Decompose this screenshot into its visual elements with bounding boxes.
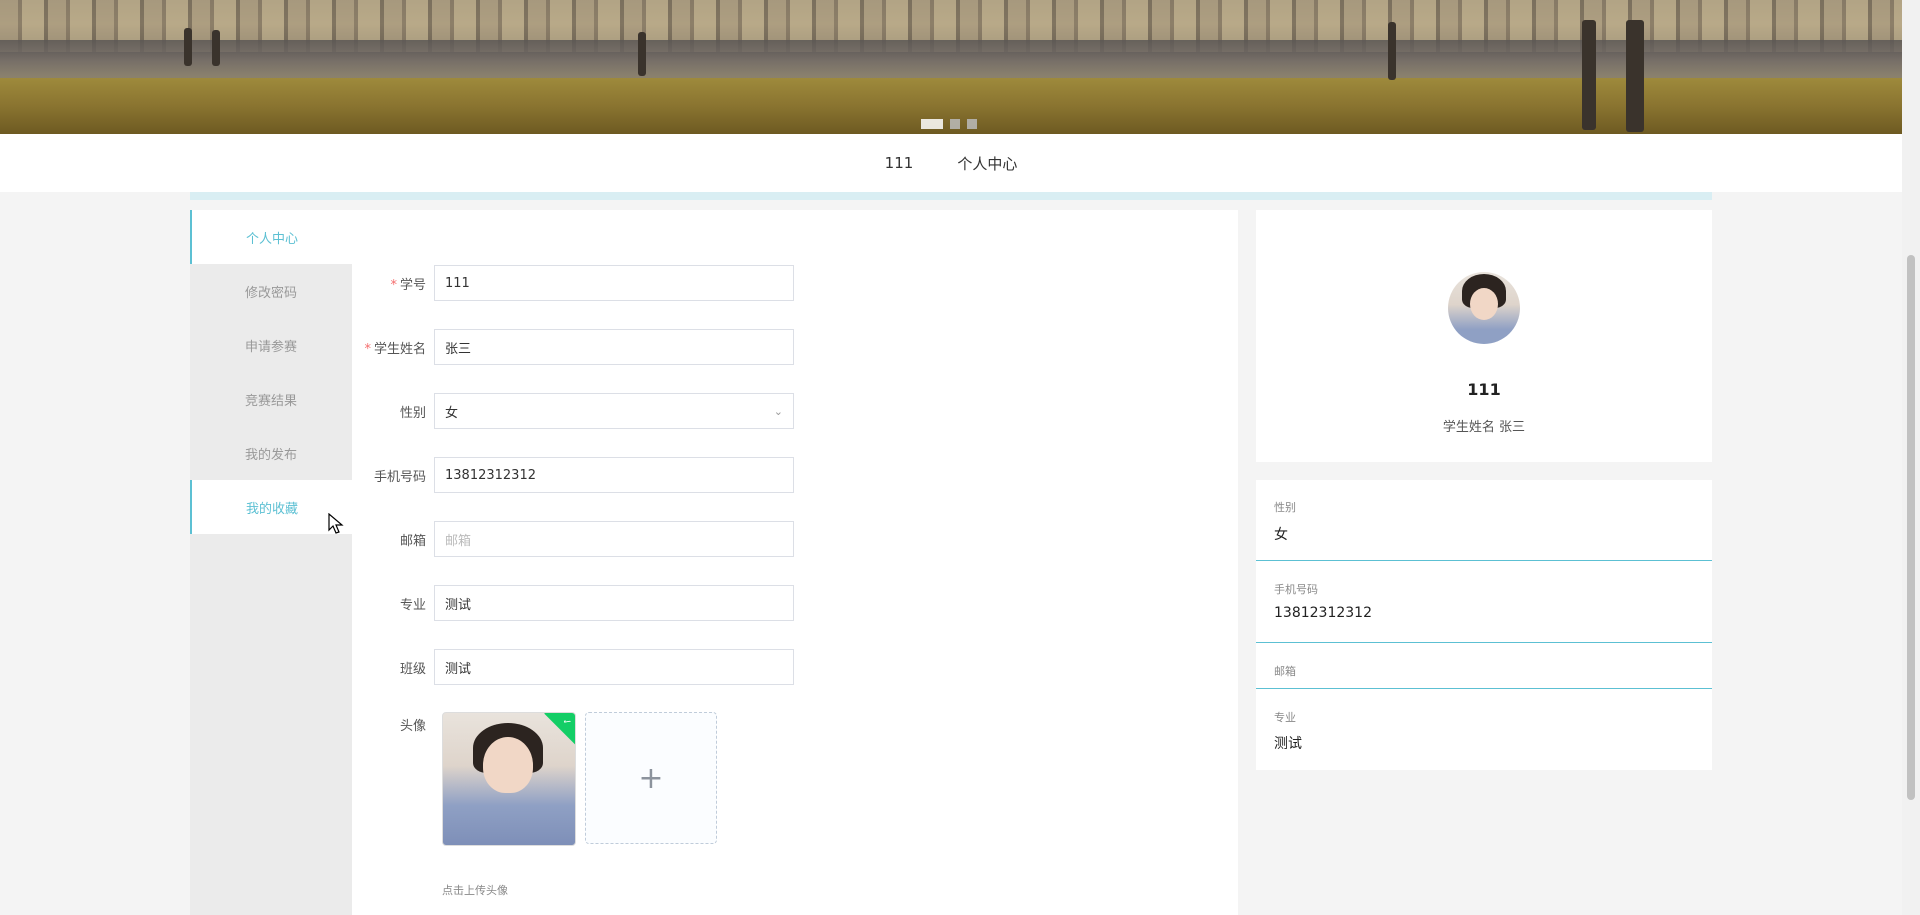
form-row-student-name: * 学生姓名 张三 (352, 328, 802, 366)
required-mark: * (364, 341, 371, 357)
accent-strip (190, 192, 1712, 200)
banner-carousel[interactable] (0, 0, 1902, 134)
email-input[interactable]: 邮箱 (434, 521, 794, 557)
sidebar-item-apply-competition[interactable]: 申请参赛 (190, 318, 352, 372)
info-item-phone: 手机号码 13812312312 (1256, 561, 1712, 643)
major-label: 专业 (399, 597, 426, 613)
info-item-gender: 性别 女 (1256, 480, 1712, 561)
sidebar-item-change-password[interactable]: 修改密码 (190, 264, 352, 318)
class-input[interactable]: 测试 (434, 649, 794, 685)
banner-figure (1582, 20, 1596, 130)
phone-label: 手机号码 (373, 469, 426, 485)
cursor-icon (328, 513, 344, 534)
banner-figure (1388, 22, 1396, 80)
profile-info-list: 性别 女 手机号码 13812312312 邮箱 专业 测试 (1256, 480, 1712, 770)
carousel-dot-3[interactable] (967, 119, 977, 129)
avatar-upload-area: ✓ + (442, 712, 717, 846)
banner-figure (212, 30, 220, 66)
profile-name: 学生姓名 张三 (1442, 420, 1526, 435)
avatar-label: 头像 (399, 718, 426, 734)
profile-card: 111 学生姓名 张三 (1256, 210, 1712, 462)
form-row-gender: 性别 女 ⌄ (352, 392, 802, 430)
student-name-label: 学生姓名 (373, 341, 426, 357)
avatar-photo-face (483, 737, 533, 793)
form-row-major: 专业 测试 (352, 584, 802, 622)
student-name-input[interactable]: 张三 (434, 329, 794, 365)
carousel-dot-2[interactable] (950, 119, 960, 129)
top-nav: 111 个人中心 (0, 134, 1902, 192)
avatar-thumbnail[interactable]: ✓ (442, 712, 576, 846)
banner-figure (1626, 20, 1644, 132)
sidebar: 个人中心 修改密码 申请参赛 竞赛结果 我的发布 我的收藏 (190, 210, 352, 915)
sidebar-item-competition-results[interactable]: 竞赛结果 (190, 372, 352, 426)
sidebar-item-my-posts[interactable]: 我的发布 (190, 426, 352, 480)
student-id-label: 学号 (399, 277, 426, 293)
profile-id: 111 (1467, 380, 1501, 399)
form-row-phone: 手机号码 13812312312 (352, 456, 802, 494)
upload-button[interactable]: + (585, 712, 717, 844)
chevron-down-icon: ⌄ (773, 404, 783, 418)
gender-select[interactable]: 女 ⌄ (434, 393, 794, 429)
class-label: 班级 (399, 661, 426, 677)
check-icon: ✓ (544, 713, 575, 745)
info-item-email: 邮箱 (1256, 643, 1712, 689)
sidebar-item-personal-center[interactable]: 个人中心 (190, 210, 352, 264)
banner-road (0, 40, 1902, 80)
info-item-major: 专业 测试 (1274, 711, 1302, 752)
phone-input[interactable]: 13812312312 (434, 457, 794, 493)
avatar-photo-face (1470, 288, 1498, 320)
profile-form: * 学号 111 * 学生姓名 张三 性别 女 ⌄ 手机号码 13812312312… (352, 210, 1238, 915)
page-scrollbar[interactable] (1902, 0, 1920, 915)
email-label: 邮箱 (399, 533, 426, 549)
major-input[interactable]: 测试 (434, 585, 794, 621)
carousel-dot-1[interactable] (921, 119, 943, 129)
avatar-upload-hint: 点击上传头像 (442, 884, 508, 897)
gender-label: 性别 (399, 405, 426, 421)
form-row-student-id: * 学号 111 (352, 264, 802, 302)
gender-select-value: 女 (445, 405, 459, 421)
avatar (1448, 272, 1520, 344)
scrollbar-thumb[interactable] (1907, 255, 1915, 800)
required-mark: * (390, 277, 397, 293)
banner-figure (638, 32, 646, 76)
form-row-class: 班级 测试 (352, 648, 802, 686)
student-id-input[interactable]: 111 (434, 265, 794, 301)
carousel-indicators (921, 119, 977, 129)
nav-item-user[interactable]: 111 (885, 154, 914, 172)
form-row-email: 邮箱 邮箱 (352, 520, 802, 558)
nav-item-personal-center[interactable]: 个人中心 (957, 153, 1017, 174)
banner-figure (184, 28, 192, 66)
plus-icon: + (638, 760, 664, 796)
